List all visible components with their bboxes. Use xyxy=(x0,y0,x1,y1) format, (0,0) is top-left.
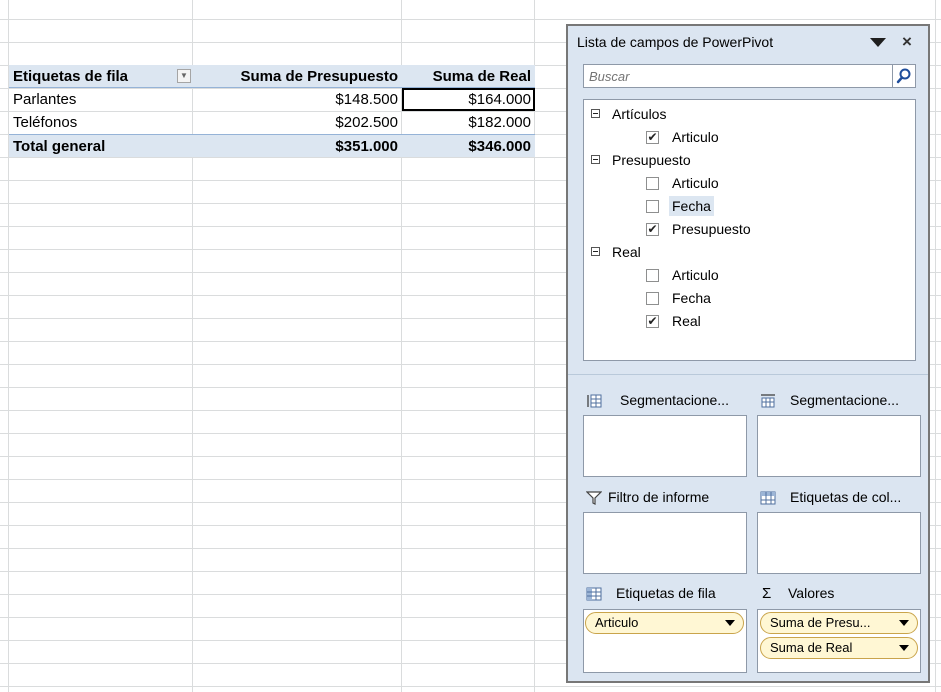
search-icon xyxy=(896,68,911,84)
pivot-table: Etiquetas de fila ▼ Suma de Presupuesto … xyxy=(9,65,535,157)
table-name: Artículos xyxy=(612,106,667,122)
value-field-name: Suma de Presu... xyxy=(770,615,871,630)
budget-sum-header[interactable]: Suma de Presupuesto xyxy=(193,65,402,88)
value-field-pill[interactable]: Suma de Presu... xyxy=(760,612,918,634)
chevron-down-icon[interactable] xyxy=(899,645,909,651)
actual-cell[interactable]: $182.000 xyxy=(402,111,535,134)
search-input[interactable] xyxy=(584,65,894,87)
sigma-icon: Σ xyxy=(762,585,772,602)
row-labels-icon xyxy=(586,587,602,601)
filter-icon xyxy=(586,491,602,505)
horizontal-slicers-drop-zone[interactable] xyxy=(757,415,921,477)
grand-total-budget[interactable]: $351.000 xyxy=(193,134,402,157)
field-name: Presupuesto xyxy=(672,221,751,237)
pane-title: Lista de campos de PowerPivot xyxy=(577,34,774,50)
collapse-icon[interactable] xyxy=(591,155,600,164)
field-checkbox-checked[interactable]: ✔ xyxy=(646,223,659,236)
values-label: Valores xyxy=(788,585,835,601)
pivot-header-row: Etiquetas de fila ▼ Suma de Presupuesto … xyxy=(9,65,535,88)
table-name: Real xyxy=(612,244,641,260)
pivot-row: Parlantes $148.500 $164.000 xyxy=(9,88,535,111)
pivot-row: Teléfonos $202.500 $182.000 xyxy=(9,111,535,134)
row-labels-header[interactable]: Etiquetas de fila ▼ xyxy=(9,65,193,88)
horizontal-slicers-icon xyxy=(761,394,775,408)
vertical-slicers-drop-zone[interactable] xyxy=(583,415,747,477)
row-labels-drop-zone[interactable]: Articulo xyxy=(583,609,747,673)
pane-menu-dropdown-icon[interactable] xyxy=(870,38,886,47)
close-icon[interactable]: × xyxy=(902,32,912,52)
budget-cell[interactable]: $148.500 xyxy=(193,88,402,111)
vertical-slicers-icon xyxy=(587,394,602,408)
horizontal-slicers-label: Segmentacione... xyxy=(790,392,899,408)
values-drop-zone[interactable]: Suma de Presu... Suma de Real xyxy=(757,609,921,673)
vertical-slicers-label: Segmentacione... xyxy=(620,392,729,408)
row-label-cell[interactable]: Parlantes xyxy=(9,88,193,111)
search-button[interactable] xyxy=(892,65,915,87)
column-labels-label: Etiquetas de col... xyxy=(790,489,902,505)
field-name: Articulo xyxy=(672,175,719,191)
field-name: Articulo xyxy=(672,129,719,145)
report-filter-label: Filtro de informe xyxy=(608,489,710,505)
field-checkbox-checked[interactable]: ✔ xyxy=(646,315,659,328)
column-labels-icon xyxy=(760,491,776,505)
table-name: Presupuesto xyxy=(612,152,691,168)
field-checkbox-checked[interactable]: ✔ xyxy=(646,131,659,144)
value-field-name: Suma de Real xyxy=(770,640,853,655)
filter-dropdown-icon[interactable]: ▼ xyxy=(177,69,191,83)
collapse-icon[interactable] xyxy=(591,247,600,256)
pivot-total-row: Total general $351.000 $346.000 xyxy=(9,134,535,157)
field-checkbox[interactable] xyxy=(646,177,659,190)
column-labels-drop-zone[interactable] xyxy=(757,512,921,574)
field-name: Fecha xyxy=(672,290,711,306)
search-box xyxy=(583,64,916,88)
collapse-icon[interactable] xyxy=(591,109,600,118)
report-filter-drop-zone[interactable] xyxy=(583,512,747,574)
field-checkbox[interactable] xyxy=(646,292,659,305)
chevron-down-icon[interactable] xyxy=(725,620,735,626)
field-checkbox[interactable] xyxy=(646,200,659,213)
row-label-cell[interactable]: Teléfonos xyxy=(9,111,193,134)
row-labels-header-text: Etiquetas de fila xyxy=(13,68,129,85)
row-field-pill[interactable]: Articulo xyxy=(585,612,744,634)
value-field-pill[interactable]: Suma de Real xyxy=(760,637,918,659)
field-name: Articulo xyxy=(672,267,719,283)
field-name-highlighted: Fecha xyxy=(669,196,714,216)
chevron-down-icon[interactable] xyxy=(899,620,909,626)
powerpivot-field-list-pane: Lista de campos de PowerPivot × Artículo… xyxy=(566,24,930,683)
field-name: Real xyxy=(672,313,701,329)
actual-sum-header[interactable]: Suma de Real xyxy=(402,65,535,88)
row-field-name: Articulo xyxy=(595,615,639,630)
field-checkbox[interactable] xyxy=(646,269,659,282)
field-tree: Artículos ✔ Articulo Presupuesto Articul… xyxy=(583,99,916,361)
row-labels-label: Etiquetas de fila xyxy=(616,585,716,601)
grand-total-actual[interactable]: $346.000 xyxy=(402,134,535,157)
budget-cell[interactable]: $202.500 xyxy=(193,111,402,134)
actual-cell-selected[interactable]: $164.000 xyxy=(402,88,535,111)
grand-total-label[interactable]: Total general xyxy=(9,134,193,157)
pane-splitter[interactable] xyxy=(568,374,928,375)
